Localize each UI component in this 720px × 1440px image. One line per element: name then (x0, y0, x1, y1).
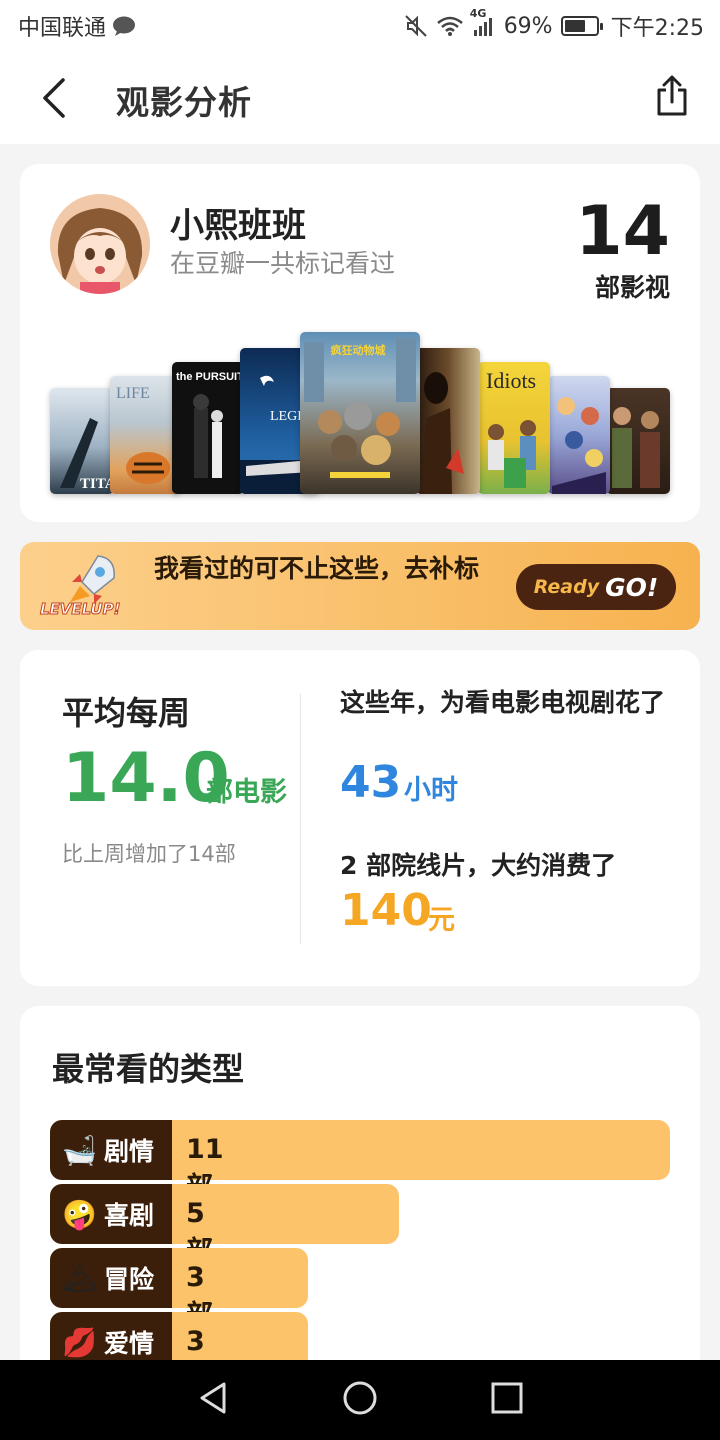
weekly-value: 14.0 (62, 739, 230, 818)
go-label: GO! (605, 572, 659, 602)
carrier-label: 中国联通 (18, 16, 107, 41)
poster-titanic[interactable]: TITA (50, 388, 114, 494)
poster-life-of-pi-text: LIFE (116, 385, 150, 402)
hours-label: 这些年，为看电影电视剧花了 (340, 688, 666, 717)
stats-card: 平均每周 14.0 部电影 比上周增加了14部 这些年，为看电影电视剧花了 43… (20, 650, 700, 986)
system-recents-button[interactable] (490, 1381, 524, 1419)
page-title: 观影分析 (116, 83, 252, 122)
clock: 下午2:25 (610, 16, 704, 41)
share-icon (657, 75, 687, 116)
genre-tag: 🤪 喜剧 (50, 1184, 172, 1244)
system-nav-bar (0, 1360, 720, 1440)
poster-3-idiots-text: Idiots (486, 368, 536, 393)
ready-label: Ready (533, 576, 600, 598)
mute-icon (404, 14, 428, 38)
weekly-note: 比上周增加了14部 (62, 842, 236, 866)
poster-zootopia[interactable]: 疯狂动物城 (300, 332, 420, 494)
network-type-label: 4G (469, 7, 487, 20)
status-bar: 中国联通 4G 69% 下午2:25 (0, 0, 720, 52)
poster-life-of-pi[interactable]: LIFE (110, 376, 180, 494)
total-count: 14 (575, 192, 670, 271)
hours-value: 43 (340, 757, 402, 808)
poster-zootopia-title: 疯狂动物城 (331, 343, 386, 357)
cost-unit: 元 (428, 905, 455, 936)
total-unit: 部影视 (594, 273, 670, 302)
weekly-unit: 部电影 (206, 777, 287, 808)
genre-name: 剧情 (104, 1137, 155, 1166)
ready-go-button[interactable]: Ready GO! (516, 564, 676, 610)
rocket-icon: LEVELUP! (39, 552, 126, 620)
profile-card: 小熙班班 在豆瓣一共标记看过 14 部影视 TITA LIFE the PURS… (20, 164, 700, 522)
share-button[interactable] (652, 72, 692, 120)
battery-icon (560, 16, 603, 36)
signal-icon: 4G (470, 7, 496, 37)
system-back-button[interactable] (196, 1380, 230, 1420)
bathtub-icon: 🛁 (62, 1133, 97, 1167)
poster-pursuit[interactable]: the PURSUIT (172, 362, 244, 494)
cost-label: 2 部院线片，大约消费了 (340, 851, 617, 880)
genres-card: 最常看的类型 🛁 剧情 11部 🤪 喜剧 5部 🏔 冒险 3部 💋 爱情 3部 (20, 1006, 700, 1406)
cost-value: 140 (340, 885, 432, 936)
triangle-back-icon (200, 1382, 226, 1414)
levelup-badge-text: LEVELUP! (39, 600, 121, 619)
poster-anime-group[interactable] (548, 376, 610, 494)
back-button[interactable] (34, 74, 74, 122)
poster-pursuit-text: the PURSUIT (176, 371, 244, 383)
avatar[interactable] (50, 194, 150, 294)
silly-face-icon: 🤪 (62, 1197, 97, 1231)
username: 小熙班班 (170, 206, 306, 246)
top-nav-bar: 观影分析 (0, 52, 720, 144)
hours-unit: 小时 (404, 775, 458, 806)
poster-titanic-text: TITA (80, 476, 114, 492)
wifi-icon (436, 15, 464, 37)
divider (300, 694, 301, 944)
system-home-button[interactable] (342, 1380, 378, 1420)
lips-icon: 💋 (62, 1325, 97, 1359)
circle-home-icon (343, 1381, 377, 1415)
genre-name: 喜剧 (104, 1201, 155, 1230)
poster-stack[interactable]: TITA LIFE the PURSUIT LEGE 190 疯狂动物城 Idi… (50, 332, 670, 494)
genre-tag: 🛁 剧情 (50, 1120, 172, 1180)
genre-name: 爱情 (104, 1329, 155, 1358)
poster-crowd[interactable] (606, 388, 670, 494)
genre-tag: 🏔 冒险 (50, 1248, 172, 1308)
poster-dark-portrait[interactable] (416, 348, 480, 494)
weekly-title: 平均每周 (62, 694, 191, 732)
genre-name: 冒险 (104, 1265, 155, 1294)
battery-percent: 69% (503, 13, 553, 39)
chevron-left-icon (43, 78, 65, 118)
levelup-banner[interactable]: LEVELUP! 我看过的可不止这些，去补标 Ready GO! (20, 542, 700, 630)
banner-message: 我看过的可不止这些，去补标 (154, 554, 480, 583)
profile-subtitle: 在豆瓣一共标记看过 (170, 249, 396, 278)
genres-title: 最常看的类型 (52, 1050, 245, 1088)
mountain-icon: 🏔 (62, 1261, 98, 1295)
square-recents-icon (491, 1382, 523, 1414)
poster-3-idiots[interactable]: Idiots (478, 362, 550, 494)
message-bubble-icon (112, 15, 136, 37)
